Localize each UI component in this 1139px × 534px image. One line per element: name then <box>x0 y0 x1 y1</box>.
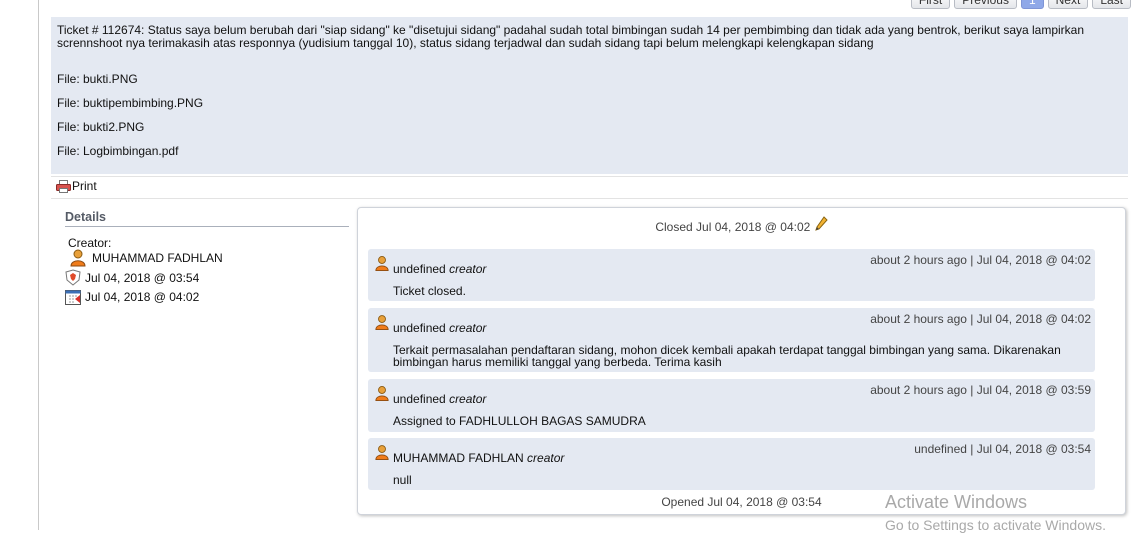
watermark-title: Activate Windows <box>885 492 1028 512</box>
calendar-icon <box>65 289 81 305</box>
creator-row: MUHAMMAD FADHLAN <box>70 249 223 267</box>
shield-badge-icon <box>65 269 81 286</box>
pagination-next-button[interactable]: Next <box>1047 0 1089 9</box>
ticket-description-text: Ticket # 112674: Status saya belum berub… <box>57 23 1085 50</box>
note-timestamp: about 2 hours ago | Jul 04, 2018 @ 04:02 <box>870 312 1091 326</box>
closed-status-text: Closed Jul 04, 2018 @ 04:02 <box>655 220 811 234</box>
printer-icon <box>56 180 71 193</box>
details-heading: Details <box>65 210 349 227</box>
attachment-link[interactable]: File: Logbimbingan.pdf <box>57 144 178 158</box>
attachment-link[interactable]: File: bukti2.PNG <box>57 120 144 134</box>
divider <box>51 176 1128 177</box>
note-timestamp: about 2 hours ago | Jul 04, 2018 @ 03:59 <box>870 383 1091 397</box>
print-label: Print <box>72 179 97 193</box>
history-note: undefined creator about 2 hours ago | Ju… <box>368 249 1095 301</box>
attachment-link[interactable]: File: bukti.PNG <box>57 72 138 86</box>
activate-windows-watermark: Activate Windows Go to Settings to activ… <box>885 492 1106 534</box>
note-author: MUHAMMAD FADHLAN creator <box>393 451 565 465</box>
note-text: Assigned to FADHLULLOH BAGAS SAMUDRA <box>393 414 646 428</box>
note-text: Terkait permasalahan pendaftaran sidang,… <box>393 343 1061 369</box>
note-timestamp: undefined | Jul 04, 2018 @ 03:54 <box>914 442 1091 456</box>
closed-row: Jul 04, 2018 @ 04:02 <box>65 289 199 305</box>
note-author: undefined creator <box>393 392 487 406</box>
divider <box>51 198 1128 199</box>
user-avatar-icon <box>375 314 389 331</box>
attachment-link[interactable]: File: buktipembimbing.PNG <box>57 96 203 110</box>
print-button[interactable]: Print <box>56 179 97 193</box>
note-timestamp: about 2 hours ago | Jul 04, 2018 @ 04:02 <box>870 253 1091 267</box>
user-avatar-icon <box>70 249 86 267</box>
details-section: Details <box>65 210 349 227</box>
history-note: MUHAMMAD FADHLAN creator undefined | Jul… <box>368 438 1095 490</box>
history-note: undefined creator about 2 hours ago | Ju… <box>368 308 1095 372</box>
creator-name: MUHAMMAD FADHLAN <box>92 251 223 265</box>
watermark-subtitle: Go to Settings to activate Windows. <box>885 517 1106 533</box>
history-note: undefined creator about 2 hours ago | Ju… <box>368 379 1095 432</box>
user-avatar-icon <box>375 385 389 402</box>
creator-label: Creator: <box>68 236 112 250</box>
page-left-border <box>38 0 39 530</box>
user-avatar-icon <box>375 255 389 272</box>
closed-date: Jul 04, 2018 @ 04:02 <box>85 290 200 304</box>
note-text: null <box>393 473 412 487</box>
ticket-history-panel: Closed Jul 04, 2018 @ 04:02 undefined cr… <box>357 207 1126 515</box>
closed-status: Closed Jul 04, 2018 @ 04:02 <box>358 216 1125 234</box>
pagination-page-1-button[interactable]: 1 <box>1020 0 1044 9</box>
created-row: Jul 04, 2018 @ 03:54 <box>65 269 199 286</box>
ticket-description-panel: Ticket # 112674: Status saya belum berub… <box>51 17 1128 174</box>
note-author: undefined creator <box>393 321 487 335</box>
pagination: First Previous 1 Next Last <box>910 0 1131 9</box>
note-author: undefined creator <box>393 262 487 276</box>
user-avatar-icon <box>375 444 389 461</box>
pagination-first-button[interactable]: First <box>910 0 951 9</box>
pencil-icon[interactable] <box>814 216 828 232</box>
created-date: Jul 04, 2018 @ 03:54 <box>85 270 200 285</box>
note-text: Ticket closed. <box>393 284 466 298</box>
pagination-last-button[interactable]: Last <box>1092 0 1131 9</box>
pagination-previous-button[interactable]: Previous <box>954 0 1017 9</box>
